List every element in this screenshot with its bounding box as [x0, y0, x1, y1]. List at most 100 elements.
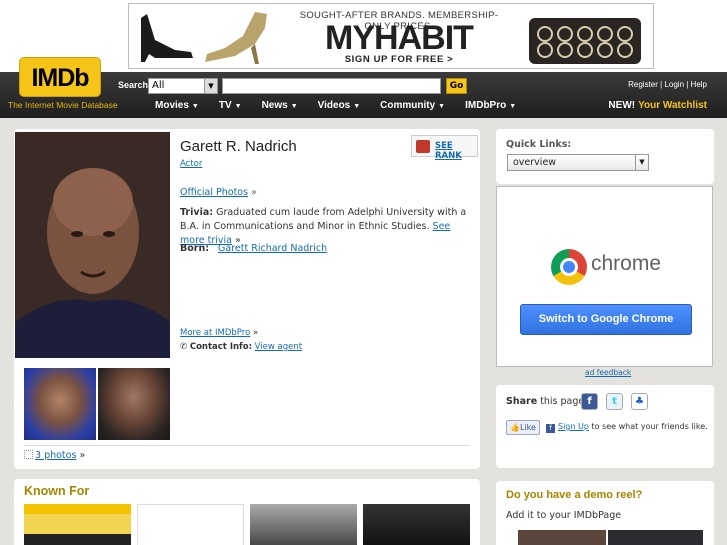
- caret-down-icon: ▼: [191, 103, 199, 110]
- thumbs-up-icon: 👍: [510, 423, 520, 432]
- share-rest: this page:: [537, 396, 588, 407]
- search-label: Search: [118, 80, 149, 90]
- known-for-title: Known For: [24, 484, 90, 498]
- official-photos-link[interactable]: Official Photos: [180, 187, 248, 198]
- photos-link[interactable]: 3 photos: [35, 450, 76, 461]
- trivia-label: Trivia:: [180, 207, 214, 218]
- imdb-logo[interactable]: IMDb: [19, 57, 101, 97]
- signup-link[interactable]: Sign Up: [558, 422, 589, 431]
- ad-brand-habit: HABIT: [374, 19, 474, 57]
- photos-count: 3 photos »: [24, 450, 85, 461]
- caret-down-icon: ▼: [438, 103, 446, 110]
- menu-community[interactable]: Community ▼: [380, 100, 445, 111]
- facebook-icon[interactable]: f: [581, 393, 598, 410]
- facebook-like-button[interactable]: 👍Like: [506, 420, 540, 435]
- trivia-section: Trivia: Graduated cum laude from Adelphi…: [180, 206, 470, 248]
- watchlist-link[interactable]: NEW! Your Watchlist: [608, 100, 707, 111]
- view-agent-link[interactable]: View agent: [255, 342, 302, 352]
- see-rank-button[interactable]: SEE RANK: [411, 135, 478, 161]
- photo-thumbnail[interactable]: [98, 368, 170, 440]
- ad-brand: MYHABIT: [289, 21, 509, 55]
- photos-separator: »: [79, 450, 86, 461]
- ad-cta[interactable]: SIGN UP FOR FREE >: [289, 54, 509, 65]
- known-for-poster[interactable]: [363, 504, 470, 545]
- caret-down-icon: ▼: [353, 103, 361, 110]
- search-category-select[interactable]: All ▼: [148, 78, 218, 94]
- headshot-photo[interactable]: [15, 132, 170, 358]
- quick-links-select[interactable]: overview ▼: [507, 154, 649, 171]
- search-input[interactable]: [222, 78, 441, 94]
- trivia-text: Graduated cum laude from Adelphi Univers…: [180, 207, 467, 232]
- shoe-image: [141, 14, 193, 62]
- known-for-poster[interactable]: [137, 504, 244, 545]
- photo-thumbnail[interactable]: [24, 368, 96, 440]
- official-photos: Official Photos »: [180, 187, 257, 198]
- go-button[interactable]: Go: [446, 78, 467, 94]
- watchlist-label: Your Watchlist: [638, 100, 707, 111]
- menu-label: Movies: [155, 100, 189, 111]
- share-label: Share this page:: [506, 396, 587, 407]
- menu-videos[interactable]: Videos ▼: [318, 100, 361, 111]
- caret-down-icon: ▼: [234, 103, 242, 110]
- signup-rest: to see what your friends like.: [588, 422, 708, 431]
- chevron-down-icon: ▼: [635, 155, 648, 170]
- chrome-logo-icon: [551, 249, 587, 285]
- like-label: Like: [519, 423, 536, 432]
- demo-reel-title: Do you have a demo reel?: [506, 489, 643, 501]
- demo-reel-subtitle: Add it to your IMDbPage: [506, 510, 622, 521]
- contact-info: ✆ Contact Info: View agent: [180, 342, 302, 352]
- born-section: Born: Garett Richard Nadrich: [180, 243, 327, 254]
- main-menu: Movies ▼ TV ▼ News ▼ Videos ▼ Community ▼ IMD…: [155, 100, 536, 111]
- logo-subtitle: The Internet Movie Database: [8, 100, 118, 110]
- role-link[interactable]: Actor: [180, 159, 202, 169]
- quick-links-value: overview: [513, 157, 557, 168]
- account-links[interactable]: Register | Login | Help: [628, 80, 707, 89]
- caret-down-icon: ▼: [290, 103, 298, 110]
- menu-imdbpro[interactable]: IMDbPro ▼: [465, 100, 516, 111]
- handbag-image: [529, 18, 641, 64]
- divider: [24, 445, 470, 446]
- new-badge: NEW!: [608, 100, 636, 111]
- born-label: Born:: [180, 243, 210, 254]
- top-navbar: IMDb The Internet Movie Database Search …: [0, 57, 727, 118]
- switch-to-chrome-button[interactable]: Switch to Google Chrome: [520, 304, 692, 335]
- headshot-illustration: [15, 132, 170, 358]
- more-at-imdbpro: More at IMDbPro »: [180, 328, 258, 338]
- gold-shoe-image: [205, 12, 267, 64]
- chevron-down-icon: ▼: [204, 79, 217, 93]
- demo-reel-thumbnail[interactable]: [518, 530, 606, 545]
- chrome-ad[interactable]: chrome Switch to Google Chrome: [496, 186, 713, 367]
- ad-banner[interactable]: SOUGHT-AFTER BRANDS. MEMBERSHIP-ONLY PRI…: [128, 3, 654, 69]
- known-for-poster[interactable]: [250, 504, 357, 545]
- myspace-icon[interactable]: ♣: [631, 393, 648, 410]
- facebook-icon: f: [546, 424, 555, 433]
- menu-label: TV: [218, 100, 232, 111]
- known-for-poster[interactable]: [24, 504, 131, 545]
- twitter-icon[interactable]: t: [606, 393, 623, 410]
- menu-news[interactable]: News ▼: [262, 100, 298, 111]
- menu-tv[interactable]: TV ▼: [219, 100, 242, 111]
- more-at-imdbpro-link[interactable]: More at IMDbPro: [180, 328, 250, 338]
- person-name: Garett R. Nadrich: [180, 138, 297, 155]
- chrome-wordmark: chrome: [591, 252, 662, 275]
- contact-label: Contact Info:: [189, 342, 252, 352]
- ad-feedback-link[interactable]: ad feedback: [585, 368, 631, 377]
- menu-label: News: [261, 100, 288, 111]
- search-category-value: All: [152, 80, 165, 91]
- menu-label: IMDbPro: [465, 100, 507, 111]
- menu-label: Videos: [317, 100, 351, 111]
- official-photos-separator: »: [251, 187, 257, 198]
- quick-links-label: Quick Links:: [506, 139, 572, 150]
- imdbpro-separator: »: [253, 328, 259, 338]
- menu-movies[interactable]: Movies ▼: [155, 100, 199, 111]
- facebook-signup: f Sign Up to see what your friends like.: [546, 422, 708, 433]
- demo-reel-thumbnail[interactable]: [608, 530, 703, 545]
- caret-down-icon: ▼: [509, 103, 517, 110]
- menu-label: Community: [380, 100, 436, 111]
- grid-icon: [24, 450, 33, 459]
- born-name-link[interactable]: Garett Richard Nadrich: [218, 243, 327, 254]
- rank-chart-icon: [416, 140, 430, 153]
- phone-icon: ✆: [180, 342, 188, 352]
- see-rank-label[interactable]: SEE RANK: [435, 141, 477, 161]
- share-bold: Share: [506, 396, 538, 407]
